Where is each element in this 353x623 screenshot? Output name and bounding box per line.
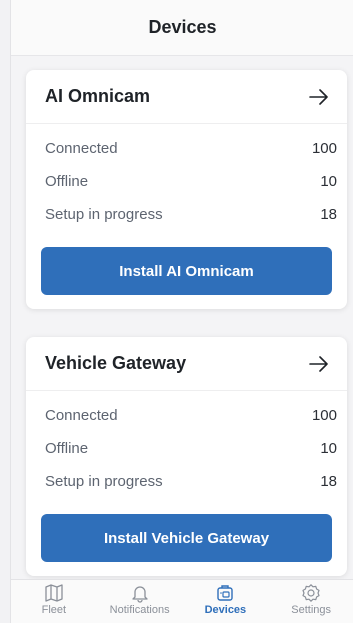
- tab-label: Notifications: [109, 604, 170, 616]
- row-value: 10: [320, 173, 337, 190]
- tab-label: Devices: [204, 604, 247, 616]
- tab-notifications[interactable]: Notifications: [100, 583, 180, 616]
- status-row-setup: Setup in progress 18: [26, 198, 347, 231]
- install-vehicle-gateway-button[interactable]: Install Vehicle Gateway: [41, 514, 332, 562]
- device-list: AI Omnicam Connected 100 Offline 10 Setu…: [11, 56, 353, 579]
- install-ai-omnicam-button[interactable]: Install AI Omnicam: [41, 247, 332, 295]
- status-rows: Connected 100 Offline 10 Setup in progre…: [26, 124, 347, 231]
- arrow-right-icon[interactable]: [309, 355, 329, 372]
- devices-icon: [217, 585, 234, 601]
- tab-fleet[interactable]: Fleet: [14, 583, 94, 616]
- device-card-ai-omnicam: AI Omnicam Connected 100 Offline 10 Setu…: [26, 70, 347, 309]
- status-row-connected: Connected 100: [26, 399, 347, 432]
- tab-devices[interactable]: Devices: [185, 583, 265, 616]
- top-bar: Devices: [11, 0, 353, 56]
- row-label: Offline: [45, 440, 89, 457]
- row-value: 18: [320, 473, 337, 490]
- row-value: 10: [320, 440, 337, 457]
- status-rows: Connected 100 Offline 10 Setup in progre…: [26, 391, 347, 498]
- row-label: Connected: [45, 140, 118, 157]
- row-label: Setup in progress: [45, 473, 163, 490]
- row-label: Offline: [45, 173, 89, 190]
- bell-icon: [131, 586, 148, 603]
- arrow-right-icon[interactable]: [309, 88, 329, 105]
- gear-icon: [302, 584, 320, 602]
- bottom-tab-bar: Fleet Notifications Devices Settings: [11, 579, 353, 623]
- map-icon: [45, 584, 63, 602]
- card-header[interactable]: AI Omnicam: [26, 70, 347, 124]
- status-row-offline: Offline 10: [26, 165, 347, 198]
- card-header[interactable]: Vehicle Gateway: [26, 337, 347, 391]
- row-label: Connected: [45, 407, 118, 424]
- tab-label: Fleet: [41, 604, 67, 616]
- row-value: 100: [311, 140, 337, 157]
- status-row-setup: Setup in progress 18: [26, 465, 347, 498]
- row-value: 18: [320, 206, 337, 223]
- device-card-vehicle-gateway: Vehicle Gateway Connected 100 Offline 10…: [26, 337, 347, 576]
- card-title: Vehicle Gateway: [45, 353, 187, 373]
- row-value: 100: [311, 407, 337, 424]
- app-window: Devices AI Omnicam Connected 100 Offline…: [10, 0, 353, 623]
- row-label: Setup in progress: [45, 206, 163, 223]
- tab-label: Settings: [291, 604, 331, 616]
- tab-settings[interactable]: Settings: [271, 583, 351, 616]
- page-title: Devices: [148, 17, 217, 37]
- card-title: AI Omnicam: [45, 86, 151, 106]
- status-row-offline: Offline 10: [26, 432, 347, 465]
- status-row-connected: Connected 100: [26, 132, 347, 165]
